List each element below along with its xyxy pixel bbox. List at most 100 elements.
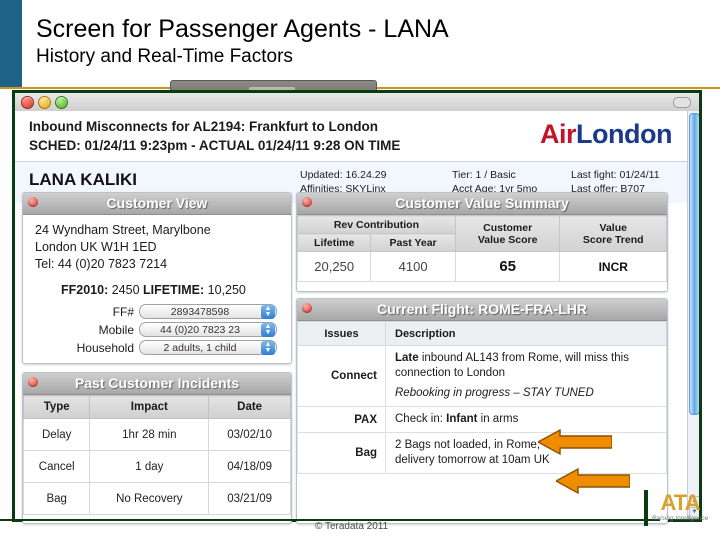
toolbar-toggle-icon[interactable] bbox=[673, 97, 691, 108]
issue-pax-description: Check in: Infant in arms bbox=[385, 406, 667, 433]
issue-bag: Bag bbox=[297, 432, 386, 474]
customer-view-panel: Customer View 24 Wyndham Street, Marylbo… bbox=[22, 192, 292, 364]
col-issues: Issues bbox=[297, 321, 386, 346]
customer-address: 24 Wyndham Street, Marylbone London UK W… bbox=[23, 222, 291, 273]
status-dot-icon bbox=[302, 303, 312, 313]
household-label: Household bbox=[76, 340, 134, 355]
customer-view-body: 24 Wyndham Street, Marylbone London UK W… bbox=[23, 215, 291, 355]
frequent-flyer-summary: FF2010: 2450 LIFETIME: 10,250 bbox=[23, 283, 291, 297]
customer-meta-updated: Updated: 16.24.29 bbox=[300, 169, 387, 181]
col-past-year: Past Year bbox=[370, 233, 456, 252]
customer-view-fields: FF# 2893478598 ▲ ▼ Mobile 44 (0)20 7823 2… bbox=[23, 304, 291, 355]
value-score-trend: INCR bbox=[559, 251, 667, 282]
flight-banner: Inbound Misconnects for AL2194: Frankfur… bbox=[15, 111, 688, 162]
zoom-icon[interactable] bbox=[55, 96, 68, 109]
value-summary-table: Rev Contribution Customer Value Score Va… bbox=[296, 215, 667, 282]
address-line-1: 24 Wyndham Street, Marylbone bbox=[35, 223, 211, 237]
customer-phone: Tel: 44 (0)20 7823 7214 bbox=[35, 257, 168, 271]
incident-date: 04/18/09 bbox=[208, 450, 291, 483]
customer-view-title: Customer View bbox=[106, 195, 208, 211]
household-select[interactable]: 2 adults, 1 child ▲ ▼ bbox=[139, 340, 277, 355]
value-score: 65 bbox=[454, 251, 561, 282]
bag-desc-line2: delivery tomorrow at 10am UK bbox=[395, 454, 550, 466]
field-row-ff-number: FF# 2893478598 ▲ ▼ bbox=[23, 304, 291, 319]
ff-number-value: 2893478598 bbox=[170, 306, 230, 318]
ff-year-label: FF2010: bbox=[61, 283, 109, 297]
table-header-row: Type Impact Date bbox=[22, 395, 291, 419]
ff-year-value: 2450 bbox=[111, 283, 140, 297]
address-line-2: London UK W1H 1ED bbox=[35, 240, 157, 254]
current-flight-title: Current Flight: ROME-FRA-LHR bbox=[377, 301, 587, 317]
stepper-icon[interactable]: ▲ ▼ bbox=[261, 305, 275, 319]
window-controls[interactable] bbox=[21, 96, 68, 109]
customer-view-header: Customer View bbox=[23, 193, 291, 215]
bag-desc-line1: 2 Bags not loaded, in Rome, bbox=[395, 439, 541, 451]
col-impact: Impact bbox=[89, 395, 210, 419]
close-icon[interactable] bbox=[21, 96, 34, 109]
callout-arrow-bag-icon bbox=[556, 467, 630, 495]
col-customer-value-score: Customer Value Score bbox=[454, 215, 561, 252]
incident-type: Delay bbox=[22, 418, 91, 451]
past-incidents-table: Type Impact Date Delay 1hr 28 min 03/02/… bbox=[22, 395, 291, 515]
table-row[interactable]: Bag No Recovery 03/21/09 bbox=[22, 482, 291, 515]
pax-desc-prefix: Check in: bbox=[395, 413, 447, 425]
col-group-rev-contribution: Rev Contribution bbox=[297, 215, 456, 234]
col-description: Description bbox=[385, 321, 667, 346]
value-past-year: 4100 bbox=[370, 251, 456, 282]
vst-line2: Score Trend bbox=[582, 233, 644, 246]
connect-desc-bold: Late bbox=[395, 352, 419, 364]
stepper-icon[interactable]: ▲ ▼ bbox=[261, 323, 275, 337]
stepper-icon[interactable]: ▲ ▼ bbox=[261, 341, 275, 355]
airline-logo-part1: Air bbox=[540, 119, 577, 149]
incident-impact: 1hr 28 min bbox=[89, 418, 210, 451]
issue-connect-description: Late inbound AL143 from Rome, will miss … bbox=[385, 345, 667, 407]
cvs-line1: Customer bbox=[483, 221, 533, 234]
status-dot-icon bbox=[28, 197, 38, 207]
field-row-household: Household 2 adults, 1 child ▲ ▼ bbox=[23, 340, 291, 355]
table-group-header-row: Rev Contribution Customer Value Score Va… bbox=[297, 215, 667, 252]
copyright-text: © Teradata 2011 bbox=[315, 521, 389, 532]
customer-meta-tier: Tier: 1 / Basic bbox=[452, 169, 516, 181]
airline-logo: AirLondon bbox=[540, 119, 672, 150]
incident-type: Bag bbox=[22, 482, 91, 515]
page-title: Screen for Passenger Agents - LANA bbox=[36, 15, 449, 43]
window-titlebar[interactable] bbox=[15, 93, 699, 112]
past-incidents-title: Past Customer Incidents bbox=[74, 375, 240, 391]
page-subtitle: History and Real-Time Factors bbox=[36, 46, 293, 67]
scrollbar-thumb[interactable] bbox=[689, 113, 699, 415]
flight-banner-line1: Inbound Misconnects for AL2194: Frankfur… bbox=[29, 119, 378, 134]
mobile-label: Mobile bbox=[98, 322, 134, 337]
slide-title-block: Screen for Passenger Agents - LANA Histo… bbox=[36, 14, 676, 70]
pax-desc-bold: Infant bbox=[446, 413, 478, 425]
mobile-select[interactable]: 44 (0)20 7823 23 ▲ ▼ bbox=[139, 322, 277, 337]
cvs-line2: Value Score bbox=[477, 233, 538, 246]
incident-date: 03/02/10 bbox=[208, 418, 291, 451]
vertical-scrollbar[interactable]: ▲ ▼ bbox=[687, 111, 699, 519]
incident-date: 03/21/09 bbox=[208, 482, 291, 515]
past-incidents-header: Past Customer Incidents bbox=[23, 373, 291, 395]
issue-connect: Connect bbox=[297, 345, 386, 407]
customer-name: LANA KALIKI bbox=[29, 170, 137, 189]
past-incidents-panel: Past Customer Incidents Type Impact Date… bbox=[22, 372, 292, 524]
connect-desc-sub: Rebooking in progress – STAY TUNED bbox=[395, 387, 594, 399]
ff-number-label: FF# bbox=[112, 304, 134, 319]
col-date: Date bbox=[208, 395, 291, 419]
logo-accent-bar bbox=[644, 490, 648, 526]
table-row[interactable]: Delay 1hr 28 min 03/02/10 bbox=[22, 418, 291, 451]
ff-number-select[interactable]: 2893478598 ▲ ▼ bbox=[139, 304, 277, 319]
current-flight-header: Current Flight: ROME-FRA-LHR bbox=[297, 299, 667, 321]
value-summary-panel: Customer Value Summary Rev Contribution … bbox=[296, 192, 668, 292]
ff-lifetime-value: 10,250 bbox=[207, 283, 246, 297]
table-row[interactable]: Connect Late inbound AL143 from Rome, wi… bbox=[297, 345, 667, 407]
ff-lifetime-label: LIFETIME: bbox=[143, 283, 205, 297]
table-header-row: Issues Description bbox=[297, 321, 667, 346]
minimize-icon[interactable] bbox=[38, 96, 51, 109]
field-row-mobile: Mobile 44 (0)20 7823 23 ▲ ▼ bbox=[23, 322, 291, 337]
issue-pax: PAX bbox=[297, 406, 386, 433]
status-dot-icon bbox=[302, 197, 312, 207]
incident-impact: 1 day bbox=[89, 450, 210, 483]
airline-logo-part2: London bbox=[576, 119, 672, 149]
col-type: Type bbox=[22, 395, 91, 419]
connect-desc-rest: inbound AL143 from Rome, will miss this … bbox=[395, 352, 629, 379]
table-row[interactable]: Cancel 1 day 04/18/09 bbox=[22, 450, 291, 483]
